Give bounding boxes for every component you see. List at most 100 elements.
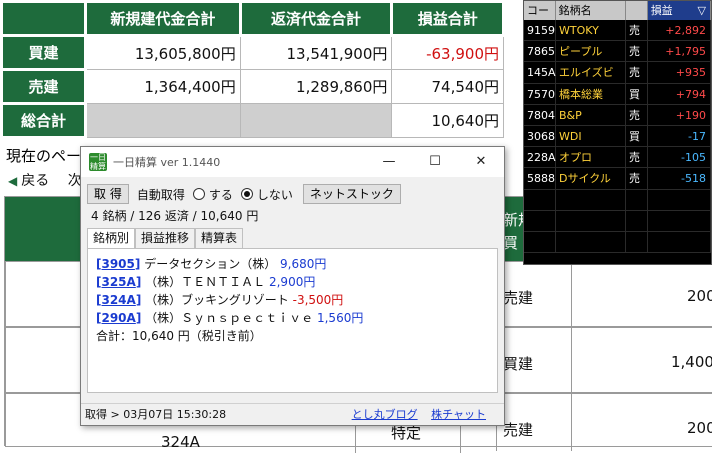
ticker-name: エルイズビ <box>556 62 627 83</box>
ticker-side: 買 <box>626 125 648 147</box>
ticker-header-side[interactable] <box>626 1 648 20</box>
back-link-label: 戻る <box>21 173 50 189</box>
ticker-name: Dサイクル <box>556 168 627 189</box>
ticker-code: 7804 <box>524 104 556 125</box>
summary-total-repay <box>239 103 393 138</box>
netstock-button[interactable]: ネットストック <box>302 184 401 204</box>
background-row2-value: 1,400 <box>671 353 712 371</box>
ticker-code <box>524 231 556 253</box>
summary-row-label-total: 総合計 <box>0 102 87 139</box>
tab-pl-trend[interactable]: 損益推移 <box>135 228 196 248</box>
window-titlebar[interactable]: 一日精算 一日精算 ver 1.1440 — ☐ ✕ <box>81 147 504 177</box>
close-icon[interactable]: ✕ <box>458 147 504 177</box>
ticker-code: 7865 <box>524 41 556 62</box>
auto-fetch-label: 自動取得 <box>136 187 185 202</box>
maximize-icon[interactable]: ☐ <box>412 147 458 177</box>
summary-sell-pl: 74,540円 <box>391 69 504 104</box>
ticker-row[interactable] <box>524 189 711 211</box>
ticker-row[interactable] <box>524 231 711 254</box>
summary-stats: 4 銘柄 / 126 返済 / 10,640 円 <box>91 209 259 223</box>
tab-by-stock[interactable]: 銘柄別 <box>87 228 136 248</box>
ticker-row[interactable]: 7804 B&P 売 +190 <box>524 104 711 126</box>
ticker-pl: +1,795 <box>648 41 711 62</box>
summary-total-pl: 10,640円 <box>391 103 504 138</box>
ticker-row[interactable]: 228A オプロ売 -105 <box>524 147 711 169</box>
ticker-code: 9159 <box>524 20 556 41</box>
auto-fetch-on-radio[interactable] <box>192 188 205 200</box>
ticker-side: 売 <box>626 147 648 168</box>
auto-fetch-off-radio[interactable] <box>240 188 253 200</box>
summary-buy-repay: 13,541,900円 <box>239 35 393 70</box>
pl-ticker-panel: コード 銘柄名 損益 ▽ 9159 WTOKY 売 +2,892 7865 ピープル売 +1… <box>523 0 712 265</box>
control-row: 取 得 自動取得 する しない ネットストック <box>87 183 498 205</box>
stock-pl-amount: 9,680円 <box>280 257 327 271</box>
window-title: 一日精算 ver 1.1440 <box>113 156 221 169</box>
ticker-pl <box>648 189 711 210</box>
stock-pl-item: [325A] （株）ＴＥＮＴＩＡＬ 2,900円 <box>96 273 489 291</box>
ticker-side: 売 <box>626 168 648 189</box>
stock-name: （株）ＴＥＮＴＩＡＬ <box>145 275 266 289</box>
ticker-name: B&P <box>556 104 627 125</box>
ticker-code: 7570 <box>524 83 556 104</box>
summary-sell-new: 1,364,400円 <box>85 69 241 104</box>
auto-fetch-on-label[interactable]: する <box>209 186 233 203</box>
ticker-row[interactable]: 9159 WTOKY 売 +2,892 <box>524 20 711 42</box>
ticker-side: 買 <box>626 83 648 104</box>
bracket-close: ] <box>135 311 142 325</box>
back-link[interactable]: ◀ 戻る 次 <box>8 170 82 190</box>
summary-header-pl: 損益合計 <box>390 0 505 37</box>
ticker-row[interactable]: 7570 橋本総業買 +794 <box>524 83 711 105</box>
summary-total-new <box>85 103 241 138</box>
ticker-name: 橋本総業 <box>556 83 627 104</box>
ticker-header-name[interactable]: 銘柄名 <box>556 1 626 20</box>
summary-header-new: 新規建代金合計 <box>84 0 242 37</box>
ticker-side: 売 <box>626 104 648 125</box>
background-row3-value: 200 <box>687 419 712 437</box>
ticker-code: 145A <box>524 62 556 83</box>
summary-buy-new: 13,605,800円 <box>85 35 241 70</box>
ticker-pl: +794 <box>648 83 711 104</box>
ticker-name: WDI <box>556 125 627 147</box>
ticker-row[interactable]: 5888 Dサイクル売 -518 <box>524 168 711 190</box>
background-row1-value: 200 <box>687 287 712 305</box>
app-icon: 一日精算 <box>89 153 107 171</box>
ticker-row[interactable]: 3068 WDI 買 -17 <box>524 125 711 148</box>
minimize-icon[interactable]: — <box>366 147 412 177</box>
stock-code-link[interactable]: 325A <box>101 275 135 289</box>
ticker-name <box>556 210 626 231</box>
summary-sell-repay: 1,289,860円 <box>239 69 393 104</box>
ticker-header-code[interactable]: コード <box>524 1 556 36</box>
background-row3-code: 324A <box>161 433 200 451</box>
fetch-button[interactable]: 取 得 <box>87 184 129 204</box>
stock-pl-item: [290A] （株）Ｓｙｎｓｐｅｃｔｉｖｅ 1,560円 <box>96 309 489 327</box>
blog-link[interactable]: とし丸ブログ <box>352 408 418 421</box>
background-header-fragment-2: 買 <box>503 234 519 252</box>
stock-code-link[interactable]: 290A <box>101 311 135 325</box>
ticker-row[interactable]: 7865 ピープル売 +1,795 <box>524 41 711 63</box>
summary-table: 新規建代金合計 返済代金合計 損益合計 買建 13,605,800円 13,54… <box>0 0 505 139</box>
ticker-code <box>524 189 556 210</box>
ticker-header-pl[interactable]: 損益 ▽ <box>647 1 711 20</box>
stock-code-link[interactable]: 3905 <box>101 257 134 271</box>
ticker-code: 3068 <box>524 125 556 147</box>
bracket-close: ] <box>135 275 142 289</box>
ticker-side: 売 <box>626 20 648 41</box>
bracket-close: ] <box>135 293 142 307</box>
ticker-pl: +190 <box>648 104 711 125</box>
ticker-row[interactable] <box>524 210 711 232</box>
tab-settlement[interactable]: 精算表 <box>195 228 244 248</box>
stock-pl-amount: 2,900円 <box>268 275 316 289</box>
stock-pl-amount: 1,560円 <box>316 311 364 325</box>
ticker-pl: -105 <box>648 147 711 168</box>
chart-link[interactable]: 株チャット <box>431 408 486 421</box>
window-body: 取 得 自動取得 する しない ネットストック 4 銘柄 / 126 返済 / … <box>81 177 504 393</box>
ticker-side <box>626 231 648 253</box>
sort-desc-icon: ▽ <box>697 4 706 17</box>
stock-code-link[interactable]: 324A <box>101 293 135 307</box>
ticker-side <box>626 189 648 210</box>
tab-strip: 銘柄別 損益推移 精算表 <box>87 228 498 248</box>
current-page-label: 現在のペー <box>6 147 82 165</box>
auto-fetch-off-label[interactable]: しない <box>257 186 293 203</box>
ticker-row[interactable]: 145A エルイズビ売 +935 <box>524 62 711 84</box>
back-arrow-icon: ◀ <box>8 174 18 188</box>
